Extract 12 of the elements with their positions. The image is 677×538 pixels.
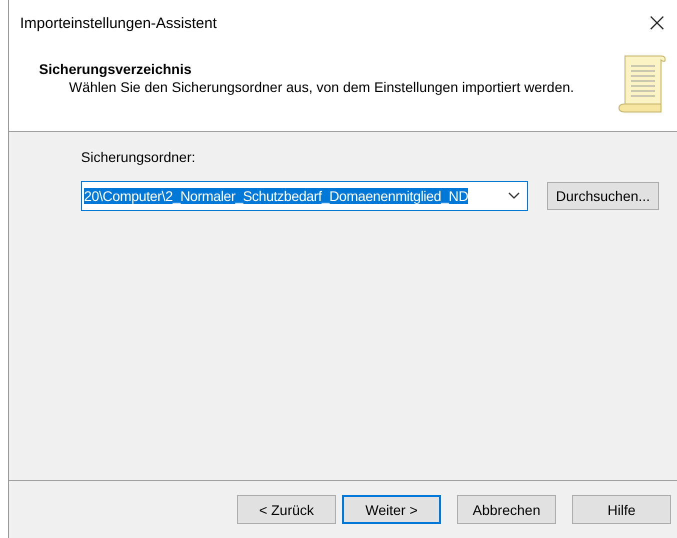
browse-button[interactable]: Durchsuchen... xyxy=(547,182,659,210)
wizard-button[interactable]: Weiter > xyxy=(342,495,441,524)
wizard-button[interactable]: Abbrechen xyxy=(457,495,556,524)
close-button[interactable]: × xyxy=(637,3,677,43)
page-description: Wählen Sie den Sicherungsordner aus, von dem Einstellungen importiert werden. xyxy=(68,79,574,95)
field-label: Sicherungsordner: xyxy=(81,149,196,165)
wizard-button[interactable]: Hilfe xyxy=(572,495,671,524)
page-title: Sicherungsverzeichnis xyxy=(39,61,193,77)
wizard-button[interactable]: < Zurück xyxy=(237,495,336,524)
folder-combo-box[interactable]: 20\Computer\2_Normaler_Schutzbedarf_Domaenenmitglied_ND xyxy=(81,181,528,211)
window-title: Importeinstellungen-Assistent xyxy=(20,14,217,32)
caret-icon[interactable] xyxy=(508,192,520,200)
